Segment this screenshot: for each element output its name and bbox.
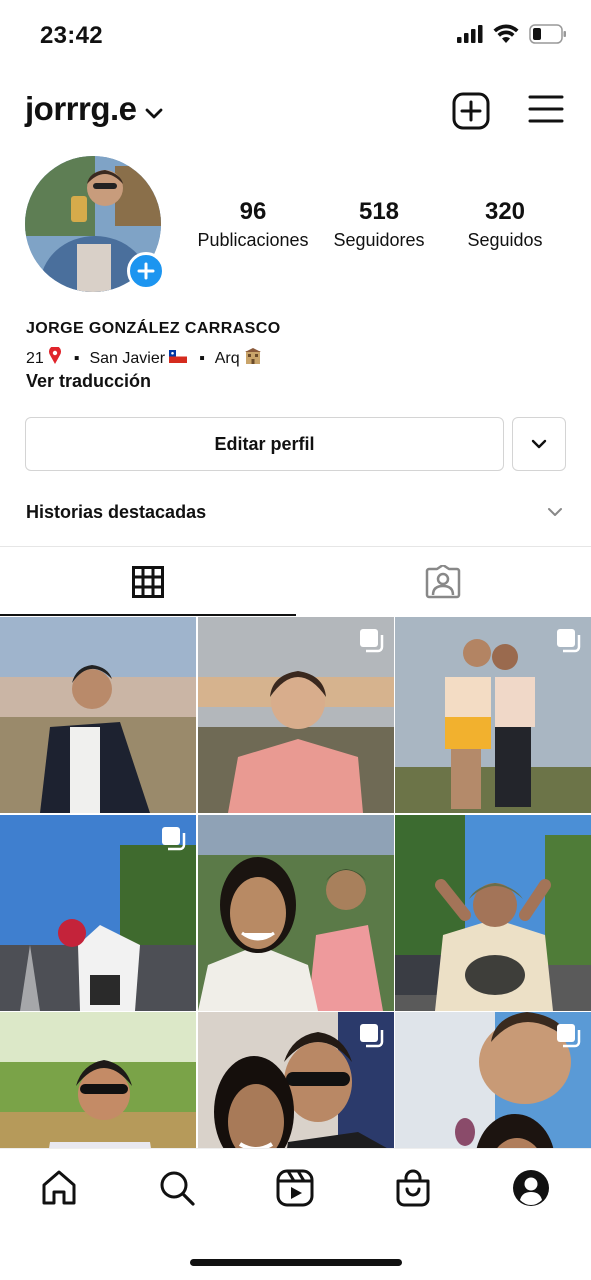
post-thumbnail[interactable] [197,617,394,813]
bio-occupation: Arq [214,349,240,367]
status-bar: 23:42 [0,0,591,70]
carousel-icon [555,627,581,658]
status-icons [457,24,567,49]
bio-location: San Javier [89,349,166,367]
chevron-down-icon [145,90,163,128]
home-indicator [190,1259,402,1266]
post-image [0,1012,196,1148]
post-image [197,814,394,1011]
suggested-accounts-button[interactable] [512,417,566,471]
post-thumbnail[interactable] [197,814,394,1011]
grid-icon [131,566,164,598]
plus-icon [137,262,155,280]
divider [0,546,591,547]
content-tabs [0,548,591,616]
carousel-icon [358,1022,384,1053]
post-image [395,814,591,1011]
stat-posts-count: 96 [239,198,267,225]
tagged-icon [426,565,461,599]
post-thumbnail[interactable] [395,617,591,813]
post-thumbnail[interactable] [0,617,196,813]
post-thumbnail[interactable] [395,814,591,1011]
post-thumbnail[interactable] [197,1012,394,1148]
reels-icon[interactable] [276,1169,314,1212]
username: jorrrg.e [25,90,137,127]
chevron-down-icon [531,439,547,449]
building-icon [244,347,262,370]
profile-header: jorrrg.e [0,84,591,136]
post-thumbnail[interactable] [395,1012,591,1148]
wifi-icon [493,24,519,49]
stat-following-label: Seguidos [467,230,543,250]
profile-icon[interactable] [512,1169,550,1212]
cellular-signal-icon [457,25,483,48]
battery-icon [529,24,567,49]
home-icon[interactable] [40,1169,78,1212]
post-thumbnail[interactable] [0,1012,196,1148]
profile-avatar[interactable] [25,156,165,292]
carousel-icon [160,825,186,856]
post-image [0,617,196,813]
posts-grid [0,617,591,1148]
see-translation-link[interactable]: Ver traducción [26,371,151,392]
search-icon[interactable] [158,1169,196,1212]
account-switcher[interactable]: jorrrg.e [25,90,163,128]
menu-icon[interactable] [528,94,564,129]
chile-flag-icon [169,349,188,368]
new-post-icon[interactable] [452,92,490,135]
bio-separator-2: ▪ [199,349,205,367]
stat-posts-label: Publicaciones [197,230,309,250]
add-story-button[interactable] [127,252,165,290]
bio: 21 ▪ San Javier ▪ Arq [26,345,262,370]
profile-stats: 96 Publicaciones 518 Seguidores 320 Segu… [190,198,570,251]
edit-profile-button[interactable]: Editar perfil [25,417,504,471]
carousel-icon [555,1022,581,1053]
highlights-title[interactable]: Historias destacadas [26,502,206,523]
status-time: 23:42 [40,22,103,49]
stat-following[interactable]: 320 Seguidos [442,198,568,251]
pin-icon [48,345,62,370]
stat-following-count: 320 [484,198,526,225]
carousel-icon [358,627,384,658]
bio-age: 21 [26,349,44,367]
post-thumbnail[interactable] [0,814,196,1011]
grid-tab[interactable] [0,548,296,616]
stat-followers-count: 518 [358,198,400,225]
bio-separator: ▪ [73,349,80,367]
full-name: JORGE GONZÁLEZ CARRASCO [26,320,281,337]
tagged-tab[interactable] [296,548,591,616]
stat-posts[interactable]: 96 Publicaciones [190,198,316,251]
shop-icon[interactable] [394,1169,432,1212]
stat-followers-label: Seguidores [333,230,425,250]
highlights-chevron-icon[interactable] [546,505,564,523]
stat-followers[interactable]: 518 Seguidores [316,198,442,251]
